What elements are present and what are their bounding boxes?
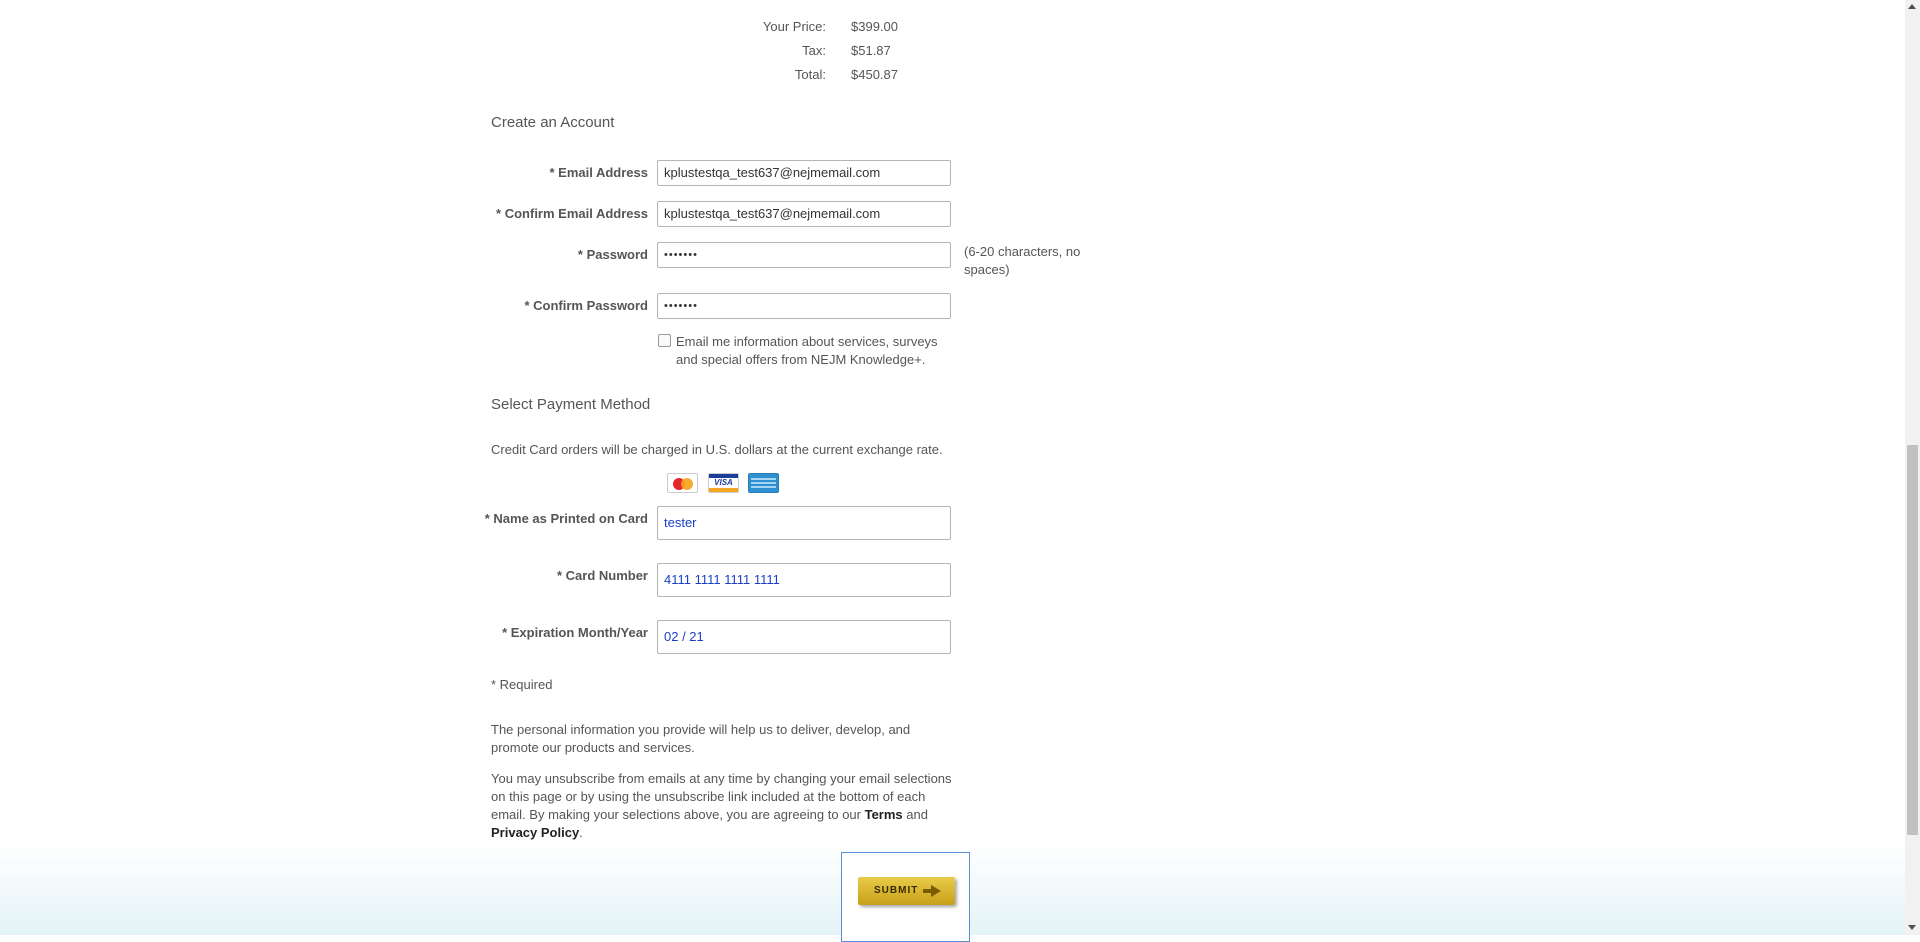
email-optin-label[interactable]: Email me information about services, sur… [676,333,956,369]
scroll-down-icon[interactable] [1908,925,1916,930]
your-price-value: $399.00 [851,19,898,34]
email-label-text: Email Address [558,165,648,180]
confirm-email-label-text: Confirm Email Address [504,206,648,221]
card-name-label-text: Name as Printed on Card [493,511,648,526]
card-name-field[interactable]: tester [657,506,951,540]
password-field[interactable]: ••••••• [657,242,951,268]
password-label: * Password [348,247,648,262]
total-value: $450.87 [851,67,898,82]
required-asterisk: * [484,511,490,526]
required-asterisk: * [556,568,563,583]
period-text: . [579,825,583,840]
privacy-paragraph: The personal information you provide wil… [491,722,911,755]
required-asterisk: * [549,165,555,180]
privacy-policy-link[interactable]: Privacy Policy [491,825,579,840]
scroll-thumb[interactable] [1907,445,1918,835]
required-asterisk: * [496,206,502,221]
submit-label: SUBMIT [874,885,919,896]
card-name-label: * Name as Printed on Card [348,511,648,526]
confirm-password-label: * Confirm Password [348,298,648,313]
email-optin-checkbox[interactable] [658,334,671,347]
password-label-text: Password [586,247,648,262]
required-asterisk: * [524,298,530,313]
and-text: and [902,807,928,822]
tax-value: $51.87 [851,43,891,58]
email-field[interactable]: kplustestqa_test637@nejmemail.com [657,160,951,186]
card-number-label: * Card Number [348,568,648,583]
card-number-label-text: Card Number [565,568,648,583]
unsubscribe-paragraph: You may unsubscribe from emails at any t… [491,770,961,842]
amex-icon [748,473,779,493]
password-hint: (6-20 characters, no spaces) [964,244,1081,277]
expiry-field[interactable]: 02 / 21 [657,620,951,654]
arrow-right-icon [931,885,941,897]
visa-icon: VISA [708,473,739,493]
email-label: * Email Address [348,165,648,180]
required-asterisk: * [502,625,508,640]
scroll-up-icon[interactable] [1908,4,1916,9]
submit-button[interactable]: SUBMIT [858,877,955,905]
mastercard-icon [667,473,698,493]
required-note: * Required [491,677,553,692]
expiry-label-text: Expiration Month/Year [510,625,648,640]
terms-link[interactable]: Terms [865,807,903,822]
confirm-email-label: * Confirm Email Address [348,206,648,221]
payment-method-heading: Select Payment Method [491,396,651,413]
create-account-heading: Create an Account [491,114,615,131]
required-asterisk: * [577,247,583,262]
card-number-field[interactable]: 4111 1111 1111 1111 [657,563,951,597]
checkout-page: Your Price: $399.00 Tax: $51.87 Total: $… [0,0,1905,942]
expiry-label: * Expiration Month/Year [348,625,648,640]
confirm-email-field[interactable]: kplustestqa_test637@nejmemail.com [657,201,951,227]
confirm-password-label-text: Confirm Password [533,298,648,313]
your-price-label: Your Price: [762,19,826,34]
confirm-password-field[interactable]: ••••••• [657,293,951,319]
vertical-scrollbar[interactable] [1905,0,1920,935]
currency-note: Credit Card orders will be charged in U.… [491,442,943,457]
total-label: Total: [794,67,826,82]
tax-label: Tax: [802,43,826,58]
